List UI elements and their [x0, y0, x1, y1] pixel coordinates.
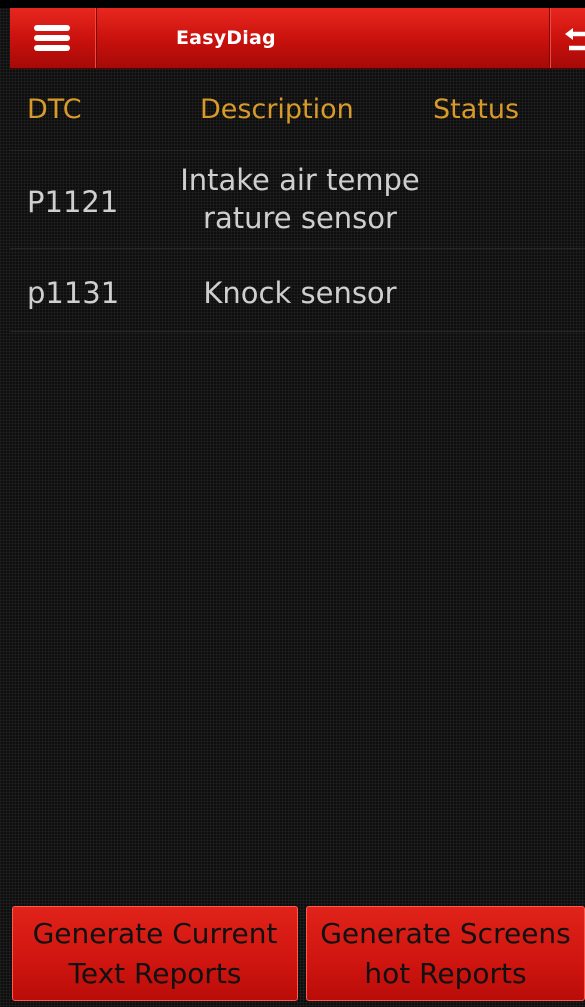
top-edge — [0, 0, 585, 8]
dtc-code: P1121 — [27, 185, 119, 219]
column-header-status: Status — [433, 94, 520, 125]
dtc-code: p1131 — [27, 276, 120, 310]
row-divider — [10, 331, 585, 332]
app-title: EasyDiag — [176, 27, 276, 49]
column-header-dtc: DTC — [27, 94, 82, 125]
menu-button[interactable] — [10, 8, 97, 68]
row-divider — [10, 248, 585, 249]
row-divider — [10, 150, 585, 151]
description-line: Intake air tempe — [180, 163, 420, 197]
generate-screenshot-report-button[interactable]: Generate Screens hot Reports — [306, 906, 585, 1001]
dtc-description: Intake air tempe rature sensor — [150, 161, 450, 237]
title-bar: EasyDiag — [10, 8, 585, 69]
description-line: rature sensor — [203, 201, 397, 235]
button-label-line: Generate Screens — [320, 917, 571, 950]
generate-text-report-button[interactable]: Generate Current Text Reports — [12, 906, 298, 1001]
description-line: Knock sensor — [203, 276, 397, 310]
back-button[interactable] — [549, 8, 585, 68]
column-header-description: Description — [200, 94, 354, 125]
dtc-description: Knock sensor — [150, 273, 450, 313]
button-label-line: Text Reports — [68, 957, 242, 990]
button-label-line: hot Reports — [364, 957, 527, 990]
button-label-line: Generate Current — [32, 917, 278, 950]
dtc-screen: EasyDiag DTC Description Status P1121 In… — [0, 0, 585, 1007]
back-arrow-icon — [565, 28, 585, 51]
